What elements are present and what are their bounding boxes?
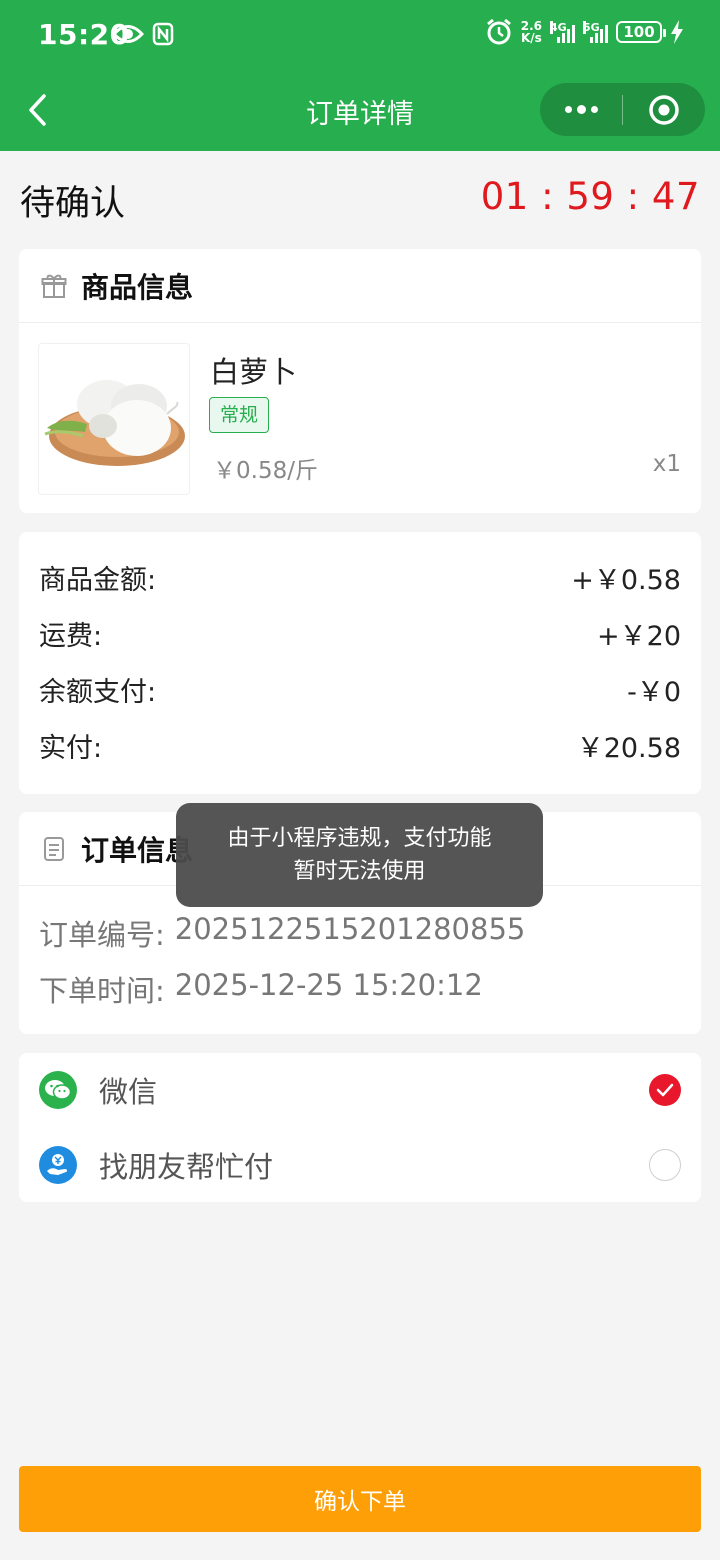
amount-row-goods: 商品金额: +￥0.58 <box>39 557 681 597</box>
confirm-order-button[interactable]: 确认下单 <box>19 1466 701 1532</box>
order-time-row: 下单时间: 2025-12-25 15:20:12 <box>39 968 483 1010</box>
charging-icon <box>671 20 683 44</box>
close-miniprogram-button[interactable] <box>623 83 705 136</box>
status-bar: 15:20 2.6 K/s 4G 5G 100 <box>0 0 720 72</box>
status-left-icons <box>112 22 174 46</box>
product-tag: 常规 <box>209 397 270 433</box>
toast-line-2: 暂时无法使用 <box>293 859 426 884</box>
payment-option-wechat[interactable]: 微信 <box>39 1060 681 1120</box>
amount-label: 余额支付: <box>39 676 157 708</box>
radio-unchecked-icon[interactable] <box>649 1149 681 1181</box>
eye-icon <box>112 25 144 43</box>
amount-value: ￥20.58 <box>576 732 681 764</box>
amount-row-paid: 实付: ￥20.58 <box>39 725 681 765</box>
nfc-icon <box>152 22 174 46</box>
product-section-title: 商品信息 <box>81 270 194 304</box>
order-time-value: 2025-12-25 15:20:12 <box>174 968 483 1002</box>
signal-4g-icon: 4G <box>550 21 575 43</box>
product-quantity: x1 <box>652 451 681 477</box>
app-header: 15:20 2.6 K/s 4G 5G 100 订单详情 <box>0 0 720 151</box>
product-card: 商品信息 白萝卜 常规 ￥0.58/斤 x1 <box>19 249 701 513</box>
toast-line-1: 由于小程序违规，支付功能 <box>227 826 492 851</box>
wechat-icon <box>39 1071 77 1109</box>
payment-card: 微信 找朋友帮忙付 <box>19 1053 701 1202</box>
order-time-label: 下单时间: <box>39 974 165 1008</box>
amount-row-balance: 余额支付: -￥0 <box>39 669 681 709</box>
status-right-icons: 2.6 K/s 4G 5G 100 <box>485 18 684 46</box>
product-name: 白萝卜 <box>210 355 298 389</box>
alarm-icon <box>486 18 511 45</box>
amount-value: -￥0 <box>627 676 681 708</box>
toast-message: 由于小程序违规，支付功能 暂时无法使用 <box>176 803 543 907</box>
network-speed: 2.6 K/s <box>521 20 542 44</box>
miniprogram-capsule <box>540 83 705 136</box>
countdown-timer: 01 : 59 : 47 <box>480 175 700 218</box>
gift-icon <box>41 274 67 298</box>
order-status: 待确认 <box>20 184 126 224</box>
amount-value: +￥20 <box>597 620 681 652</box>
amount-label: 实付: <box>39 732 103 764</box>
product-item[interactable]: 白萝卜 常规 ￥0.58/斤 x1 <box>19 323 701 513</box>
order-number-label: 订单编号: <box>39 918 165 952</box>
dot-icon <box>590 106 598 113</box>
signal-4g-label: 4G <box>550 21 567 34</box>
payment-option-label: 找朋友帮忙付 <box>99 1150 274 1184</box>
product-card-header: 商品信息 <box>19 249 701 323</box>
network-speed-unit: K/s <box>520 31 542 45</box>
amount-label: 运费: <box>39 620 103 652</box>
battery-level: 100 <box>623 23 655 41</box>
battery-icon: 100 <box>616 21 666 43</box>
dot-icon <box>576 105 586 114</box>
more-button[interactable] <box>540 83 622 136</box>
target-close-icon <box>649 94 679 125</box>
amounts-card: 商品金额: +￥0.58 运费: +￥20 余额支付: -￥0 实付: ￥20.… <box>19 532 701 794</box>
order-number-row: 订单编号: 2025122515201280855 <box>39 912 525 954</box>
order-number-value: 2025122515201280855 <box>174 912 526 946</box>
amount-row-shipping: 运费: +￥20 <box>39 613 681 653</box>
payment-option-friend-pay[interactable]: 找朋友帮忙付 <box>39 1135 681 1195</box>
amount-label: 商品金额: <box>39 564 157 596</box>
amount-value: +￥0.58 <box>571 564 681 596</box>
nav-bar: 订单详情 <box>0 72 720 151</box>
signal-5g-icon: 5G <box>583 21 608 43</box>
dot-icon <box>564 106 572 113</box>
payment-option-label: 微信 <box>99 1075 158 1109</box>
product-image <box>38 343 190 495</box>
signal-5g-label: 5G <box>583 21 600 34</box>
product-price: ￥0.58/斤 <box>213 458 318 484</box>
radio-checked-icon[interactable] <box>649 1074 681 1106</box>
document-icon <box>44 836 64 861</box>
friend-pay-icon <box>39 1146 77 1184</box>
